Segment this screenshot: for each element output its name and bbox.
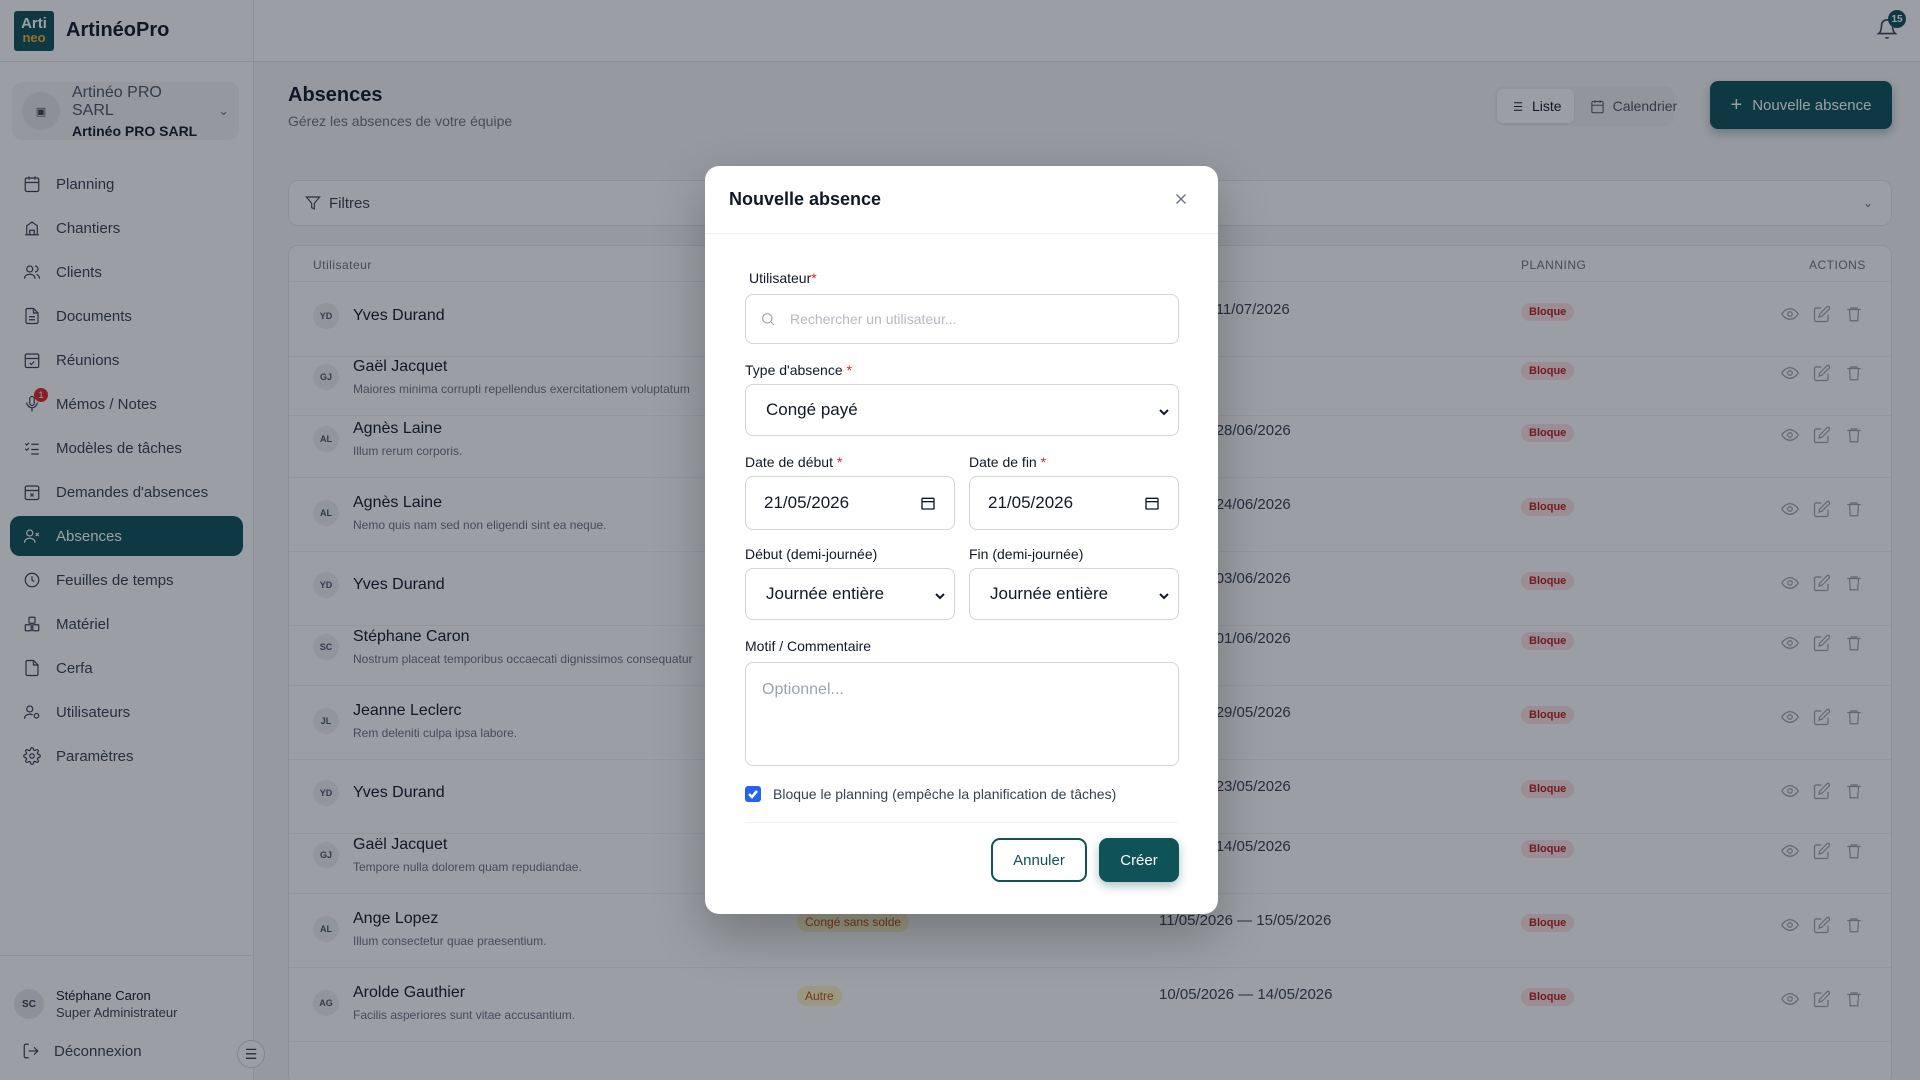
- search-icon: [762, 313, 775, 326]
- required-mark: *: [811, 270, 817, 286]
- required-mark: *: [1040, 454, 1047, 470]
- dialog-title: Nouvelle absence: [729, 189, 882, 209]
- user-search-input[interactable]: [790, 311, 1150, 327]
- end-date-value: 21/05/2026: [988, 493, 1074, 512]
- comment-textarea[interactable]: Optionnel...: [745, 662, 1179, 766]
- dialog-header: Nouvelle absence: [705, 166, 1218, 234]
- type-label-text: Type d'absence: [745, 362, 843, 378]
- start-date-input[interactable]: 21/05/2026: [745, 476, 955, 530]
- end-date-label: Date de fin *: [969, 454, 1046, 470]
- user-field-label: Utilisateur*: [749, 270, 817, 286]
- end-date-input[interactable]: 21/05/2026: [969, 476, 1179, 530]
- block-planning-checkbox[interactable]: [745, 786, 761, 802]
- start-label-text: Date de début: [745, 454, 833, 470]
- new-absence-dialog: Nouvelle absence Utilisateur* Type d'abs…: [705, 166, 1218, 914]
- block-planning-row: Bloque le planning (empêche la planifica…: [745, 786, 1116, 802]
- half-end-select[interactable]: Journée entière: [969, 568, 1179, 620]
- check-icon: [748, 790, 758, 799]
- half-start-select[interactable]: Journée entière: [745, 568, 955, 620]
- half-start-value: Journée entière: [766, 584, 885, 603]
- dialog-footer-divider: [745, 822, 1178, 823]
- half-start-label: Début (demi-journée): [745, 546, 878, 562]
- comment-label: Motif / Commentaire: [745, 638, 872, 654]
- required-mark: *: [836, 454, 843, 470]
- chevron-down-icon: [1158, 403, 1170, 416]
- chevron-down-icon: [1158, 587, 1170, 600]
- absence-type-value: Congé payé: [766, 400, 858, 419]
- absence-type-select[interactable]: Congé payé: [745, 384, 1179, 436]
- type-field-label: Type d'absence *: [745, 362, 852, 378]
- cancel-button[interactable]: Annuler: [991, 838, 1087, 882]
- calendar-icon[interactable]: [1144, 495, 1160, 516]
- start-date-label: Date de début *: [745, 454, 842, 470]
- half-end-value: Journée entière: [990, 584, 1109, 603]
- comment-placeholder: Optionnel...: [762, 681, 844, 698]
- required-mark: *: [846, 362, 852, 378]
- end-label-text: Date de fin: [969, 454, 1037, 470]
- block-planning-label[interactable]: Bloque le planning (empêche la planifica…: [773, 786, 1116, 802]
- close-button[interactable]: [1172, 190, 1192, 210]
- chevron-down-icon: [934, 587, 946, 600]
- user-search-field[interactable]: [745, 294, 1179, 344]
- create-button[interactable]: Créer: [1099, 838, 1179, 882]
- half-end-label: Fin (demi-journée): [969, 546, 1084, 562]
- user-label-text: Utilisateur: [749, 270, 812, 286]
- calendar-icon[interactable]: [920, 495, 936, 516]
- close-icon: [1176, 194, 1186, 204]
- start-date-value: 21/05/2026: [764, 493, 850, 512]
